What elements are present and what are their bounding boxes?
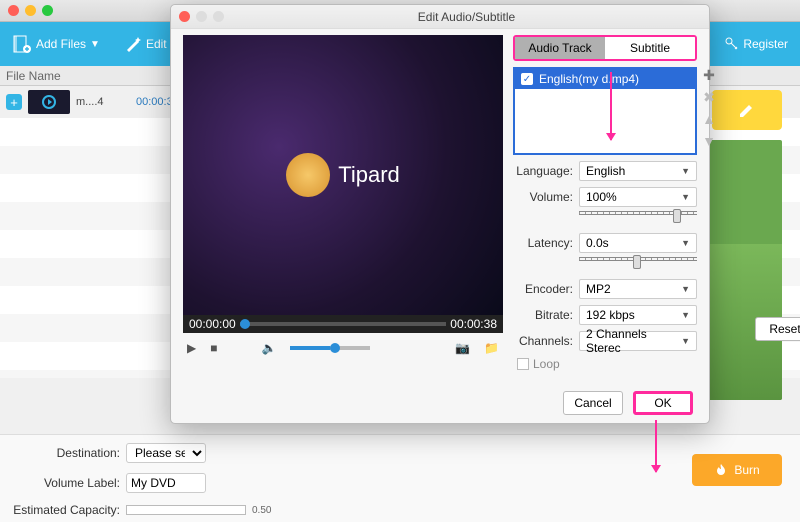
key-icon [725,37,739,51]
reset-button[interactable]: Reset [755,317,800,341]
ok-button[interactable]: OK [633,391,693,415]
film-plus-icon [12,34,32,54]
time-current: 00:00:00 [189,317,236,331]
side-edit-button[interactable] [712,90,782,130]
bitrate-select[interactable]: 192 kbps▼ [579,305,697,325]
bottom-bar: Destination: Please sele Volume Label: E… [0,434,800,522]
encoder-label: Encoder: [513,282,573,296]
minimize-icon[interactable] [25,5,36,16]
volume-label-label: Volume Label: [10,476,120,490]
add-track-button[interactable]: ✚ [701,67,717,83]
latency-select[interactable]: 0.0s▼ [579,233,697,253]
maximize-icon[interactable] [42,5,53,16]
tab-audio-track[interactable]: Audio Track [515,37,605,59]
language-select[interactable]: English▼ [579,161,697,181]
loop-checkbox[interactable]: Loop [513,357,697,371]
language-label: Language: [513,164,573,178]
player-controls: ▶ ■ 🔈 📷 📁 [183,333,503,363]
capacity-bar [126,505,246,515]
dialog-titlebar: Edit Audio/Subtitle [171,5,709,29]
volume-slider-fine[interactable] [513,211,697,227]
burn-button[interactable]: Burn [692,454,782,486]
dialog-close-icon[interactable] [179,11,190,22]
flame-icon [714,463,728,477]
latency-label: Latency: [513,236,573,250]
encoder-select[interactable]: MP2▼ [579,279,697,299]
dialog-actions: Cancel OK [171,383,709,423]
destination-select[interactable]: Please sele [126,443,206,463]
track-item-label: English(my d.mp4) [539,72,639,86]
seek-bar[interactable]: 00:00:00 00:00:38 [183,315,503,333]
track-item[interactable]: ✓ English(my d.mp4) [515,69,695,89]
volume-label: Volume: [513,190,573,204]
open-folder-button[interactable]: 📁 [484,341,499,355]
track-checkbox[interactable]: ✓ [521,73,533,85]
col-filename: File Name [0,69,170,83]
channels-select[interactable]: 2 Channels Sterec▼ [579,331,697,351]
annotation-arrow [610,72,612,140]
track-tabs: Audio Track Subtitle [513,35,697,61]
time-total: 00:00:38 [450,317,497,331]
dialog-minimize-icon [196,11,207,22]
dialog-title: Edit Audio/Subtitle [224,10,709,24]
bitrate-label: Bitrate: [513,308,573,322]
tab-subtitle[interactable]: Subtitle [605,37,695,59]
dialog-maximize-icon [213,11,224,22]
brand-text: Tipard [338,162,400,188]
channels-label: Channels: [513,334,573,348]
play-button[interactable]: ▶ [187,341,196,355]
track-list[interactable]: ✓ English(my d.mp4) [513,67,697,155]
capacity-value: 0.50 [252,505,271,516]
cancel-button[interactable]: Cancel [563,391,623,415]
annotation-arrow [655,420,657,472]
magic-wand-icon [124,35,142,53]
video-preview[interactable]: Tipard [183,35,503,315]
capacity-label: Estimated Capacity: [10,503,120,517]
snapshot-button[interactable]: 📷 [455,341,470,355]
register-button[interactable]: Register [713,37,800,51]
edit-audio-subtitle-dialog: Edit Audio/Subtitle Tipard 00:00:00 00:0… [170,4,710,424]
stop-button[interactable]: ■ [210,341,217,355]
seek-knob[interactable] [240,319,250,329]
file-name: m....4 [76,96,130,108]
move-up-button[interactable]: ▲ [701,111,717,127]
destination-label: Destination: [10,446,120,460]
pencil-icon [738,101,756,119]
volume-select[interactable]: 100%▼ [579,187,697,207]
move-down-button[interactable]: ▼ [701,133,717,149]
preview-pane: Tipard 00:00:00 00:00:38 ▶ ■ 🔈 📷 📁 [183,35,503,371]
volume-label-input[interactable] [126,473,206,493]
settings-pane: Audio Track Subtitle ✓ English(my d.mp4)… [513,35,697,371]
tipard-logo-icon [286,153,330,197]
expand-icon[interactable]: + [6,94,22,110]
video-thumbnail[interactable] [28,90,70,114]
volume-icon[interactable]: 🔈 [261,341,276,355]
volume-slider[interactable] [290,346,370,350]
remove-track-button[interactable]: ✖ [701,89,717,105]
close-icon[interactable] [8,5,19,16]
latency-slider[interactable] [513,257,697,273]
add-files-button[interactable]: Add Files▼ [0,22,112,66]
